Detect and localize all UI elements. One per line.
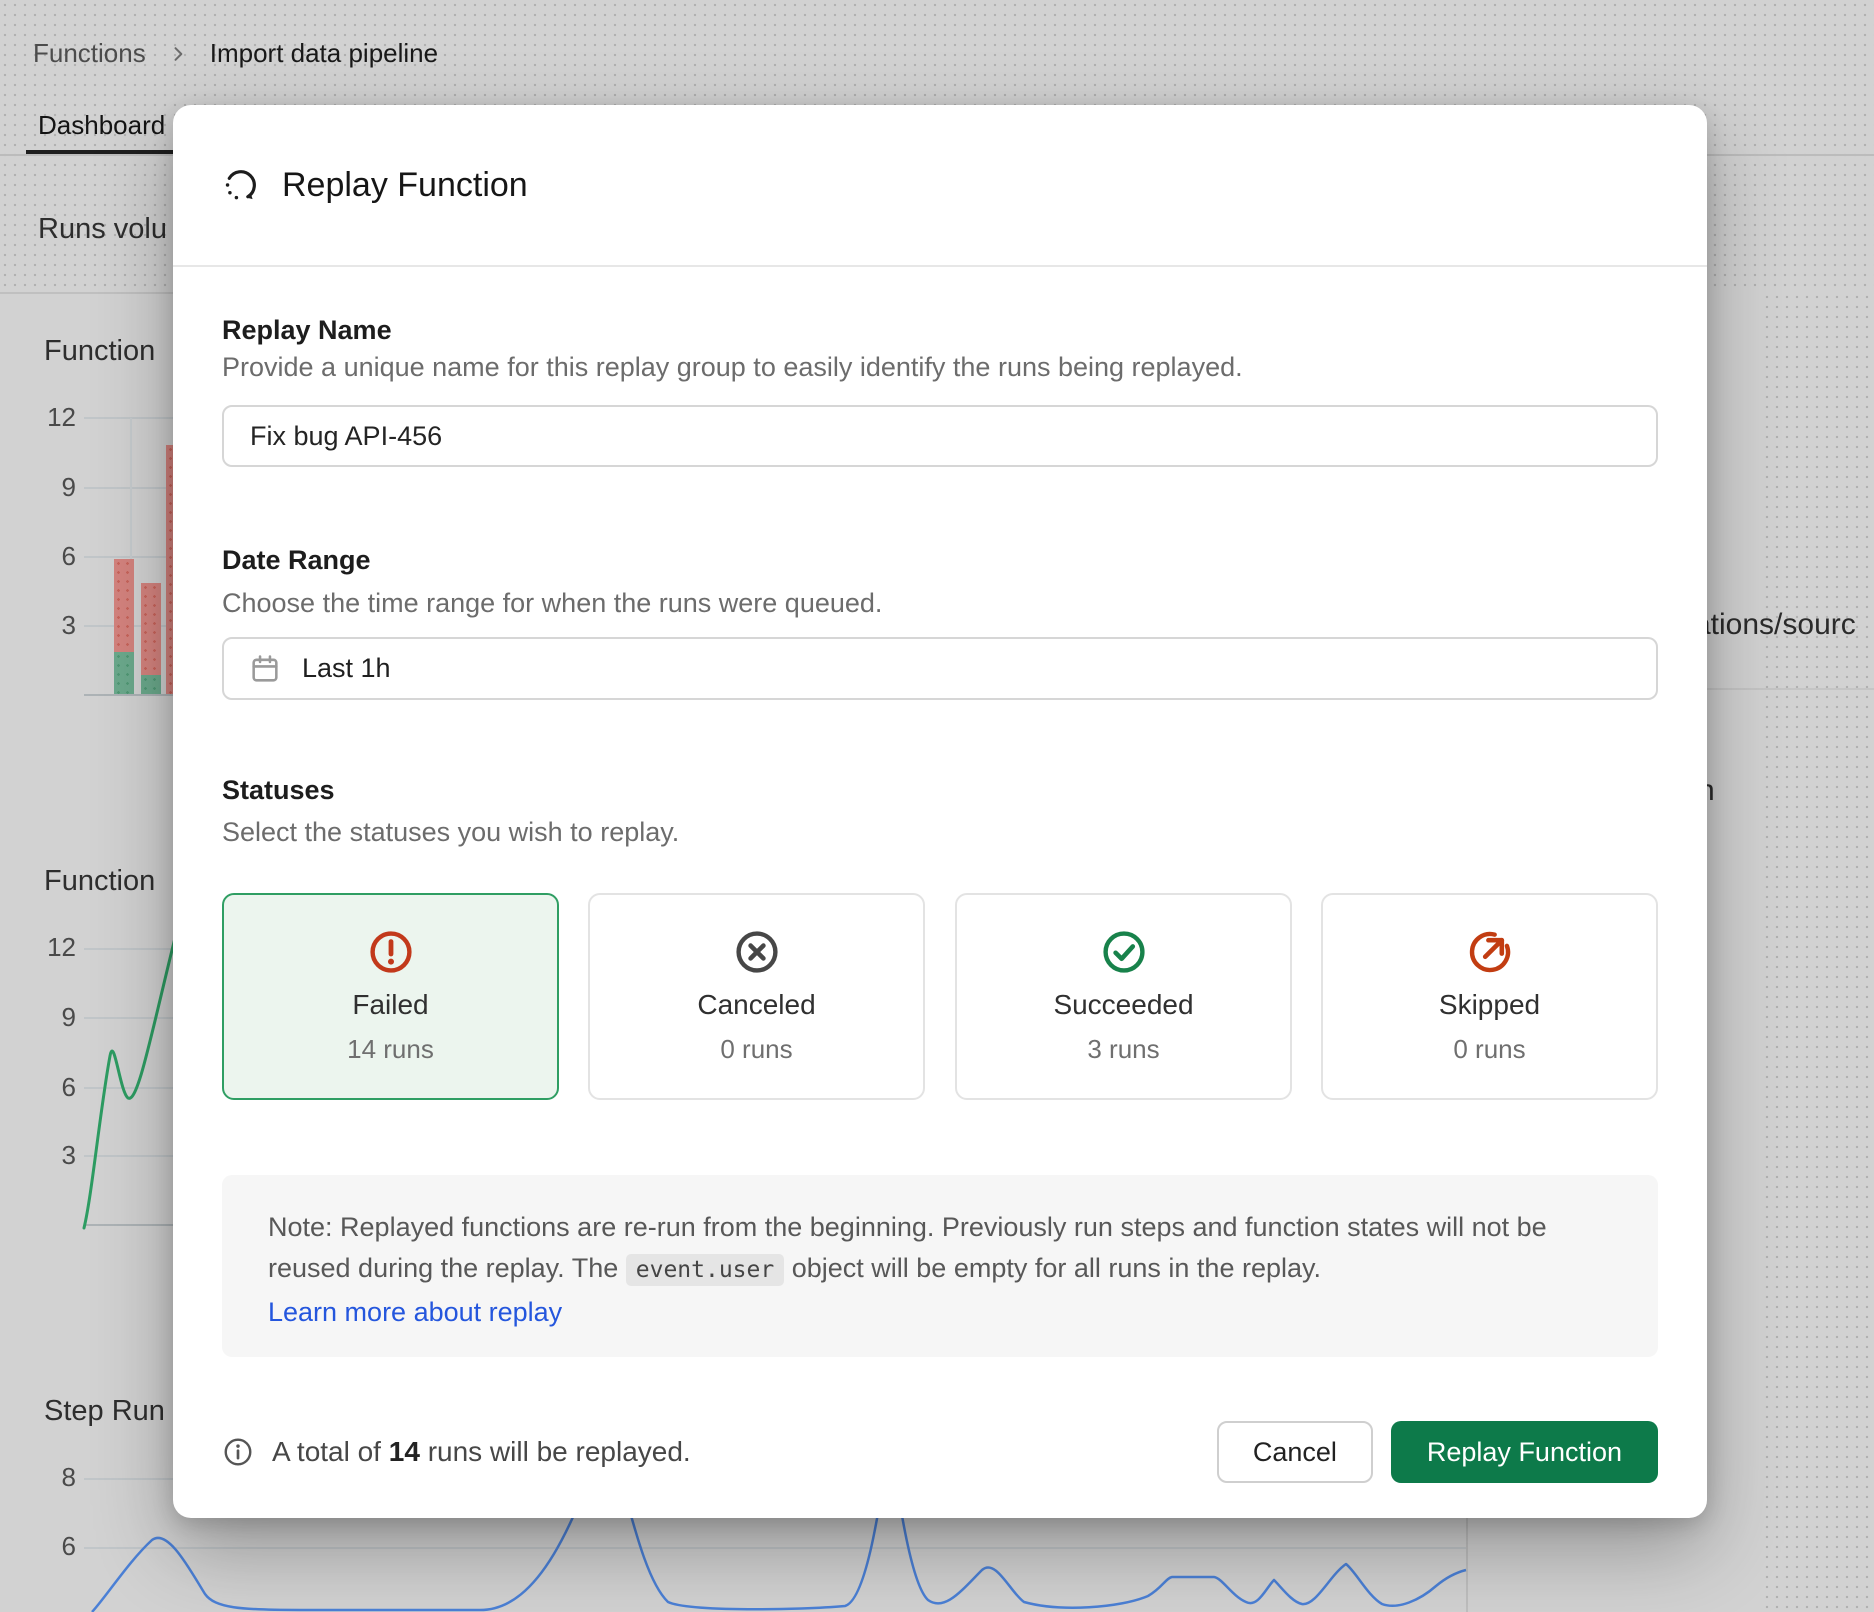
summary-count: 14 <box>389 1436 420 1467</box>
replay-name-input[interactable] <box>222 405 1658 467</box>
status-card-runs: 14 runs <box>347 1034 434 1065</box>
modal-header-divider <box>173 265 1707 267</box>
date-range-description: Choose the time range for when the runs … <box>222 588 882 619</box>
status-card-runs: 3 runs <box>1087 1034 1159 1065</box>
replay-name-label: Replay Name <box>222 315 392 346</box>
replay-icon <box>222 166 260 204</box>
footer-summary: A total of 14 runs will be replayed. <box>222 1436 691 1468</box>
date-range-select[interactable]: Last 1h <box>222 637 1658 700</box>
status-card-label: Failed <box>352 989 428 1021</box>
status-card-succeeded[interactable]: Succeeded 3 runs <box>955 893 1292 1100</box>
status-card-label: Canceled <box>697 989 815 1021</box>
chart2-green-line <box>84 934 176 1228</box>
modal-title: Replay Function <box>282 166 528 205</box>
footer-buttons: Cancel Replay Function <box>1217 1421 1658 1483</box>
status-card-runs: 0 runs <box>1453 1034 1525 1065</box>
info-icon <box>222 1436 254 1468</box>
cancel-button[interactable]: Cancel <box>1217 1421 1373 1483</box>
summary-suffix: runs will be replayed. <box>428 1436 691 1467</box>
date-range-label: Date Range <box>222 545 371 576</box>
date-range-value: Last 1h <box>302 653 391 684</box>
statuses-label: Statuses <box>222 775 335 806</box>
check-circle-icon <box>1100 928 1148 976</box>
alert-circle-icon <box>367 928 415 976</box>
arrow-up-right-circle-icon <box>1466 928 1514 976</box>
replay-name-description: Provide a unique name for this replay gr… <box>222 352 1243 383</box>
footer-summary-text: A total of 14 runs will be replayed. <box>272 1436 691 1468</box>
note-box: Note: Replayed functions are re-run from… <box>222 1175 1658 1357</box>
summary-prefix: A total of <box>272 1436 381 1467</box>
note-text: Note: Replayed functions are re-run from… <box>268 1207 1612 1291</box>
status-card-failed[interactable]: Failed 14 runs <box>222 893 559 1100</box>
note-code-chip: event.user <box>626 1254 784 1286</box>
learn-more-link[interactable]: Learn more about replay <box>268 1297 562 1328</box>
statuses-description: Select the statuses you wish to replay. <box>222 817 679 848</box>
replay-function-button[interactable]: Replay Function <box>1391 1421 1658 1483</box>
status-card-runs: 0 runs <box>720 1034 792 1065</box>
note-text-after: object will be empty for all runs in the… <box>792 1253 1321 1283</box>
calendar-icon <box>248 652 282 686</box>
status-card-label: Succeeded <box>1053 989 1193 1021</box>
status-card-skipped[interactable]: Skipped 0 runs <box>1321 893 1658 1100</box>
modal-header: Replay Function <box>222 105 1658 265</box>
status-card-label: Skipped <box>1439 989 1540 1021</box>
modal-footer: A total of 14 runs will be replayed. Can… <box>222 1421 1658 1483</box>
status-card-canceled[interactable]: Canceled 0 runs <box>588 893 925 1100</box>
replay-function-modal: Replay Function Replay Name Provide a un… <box>173 105 1707 1518</box>
x-circle-icon <box>733 928 781 976</box>
